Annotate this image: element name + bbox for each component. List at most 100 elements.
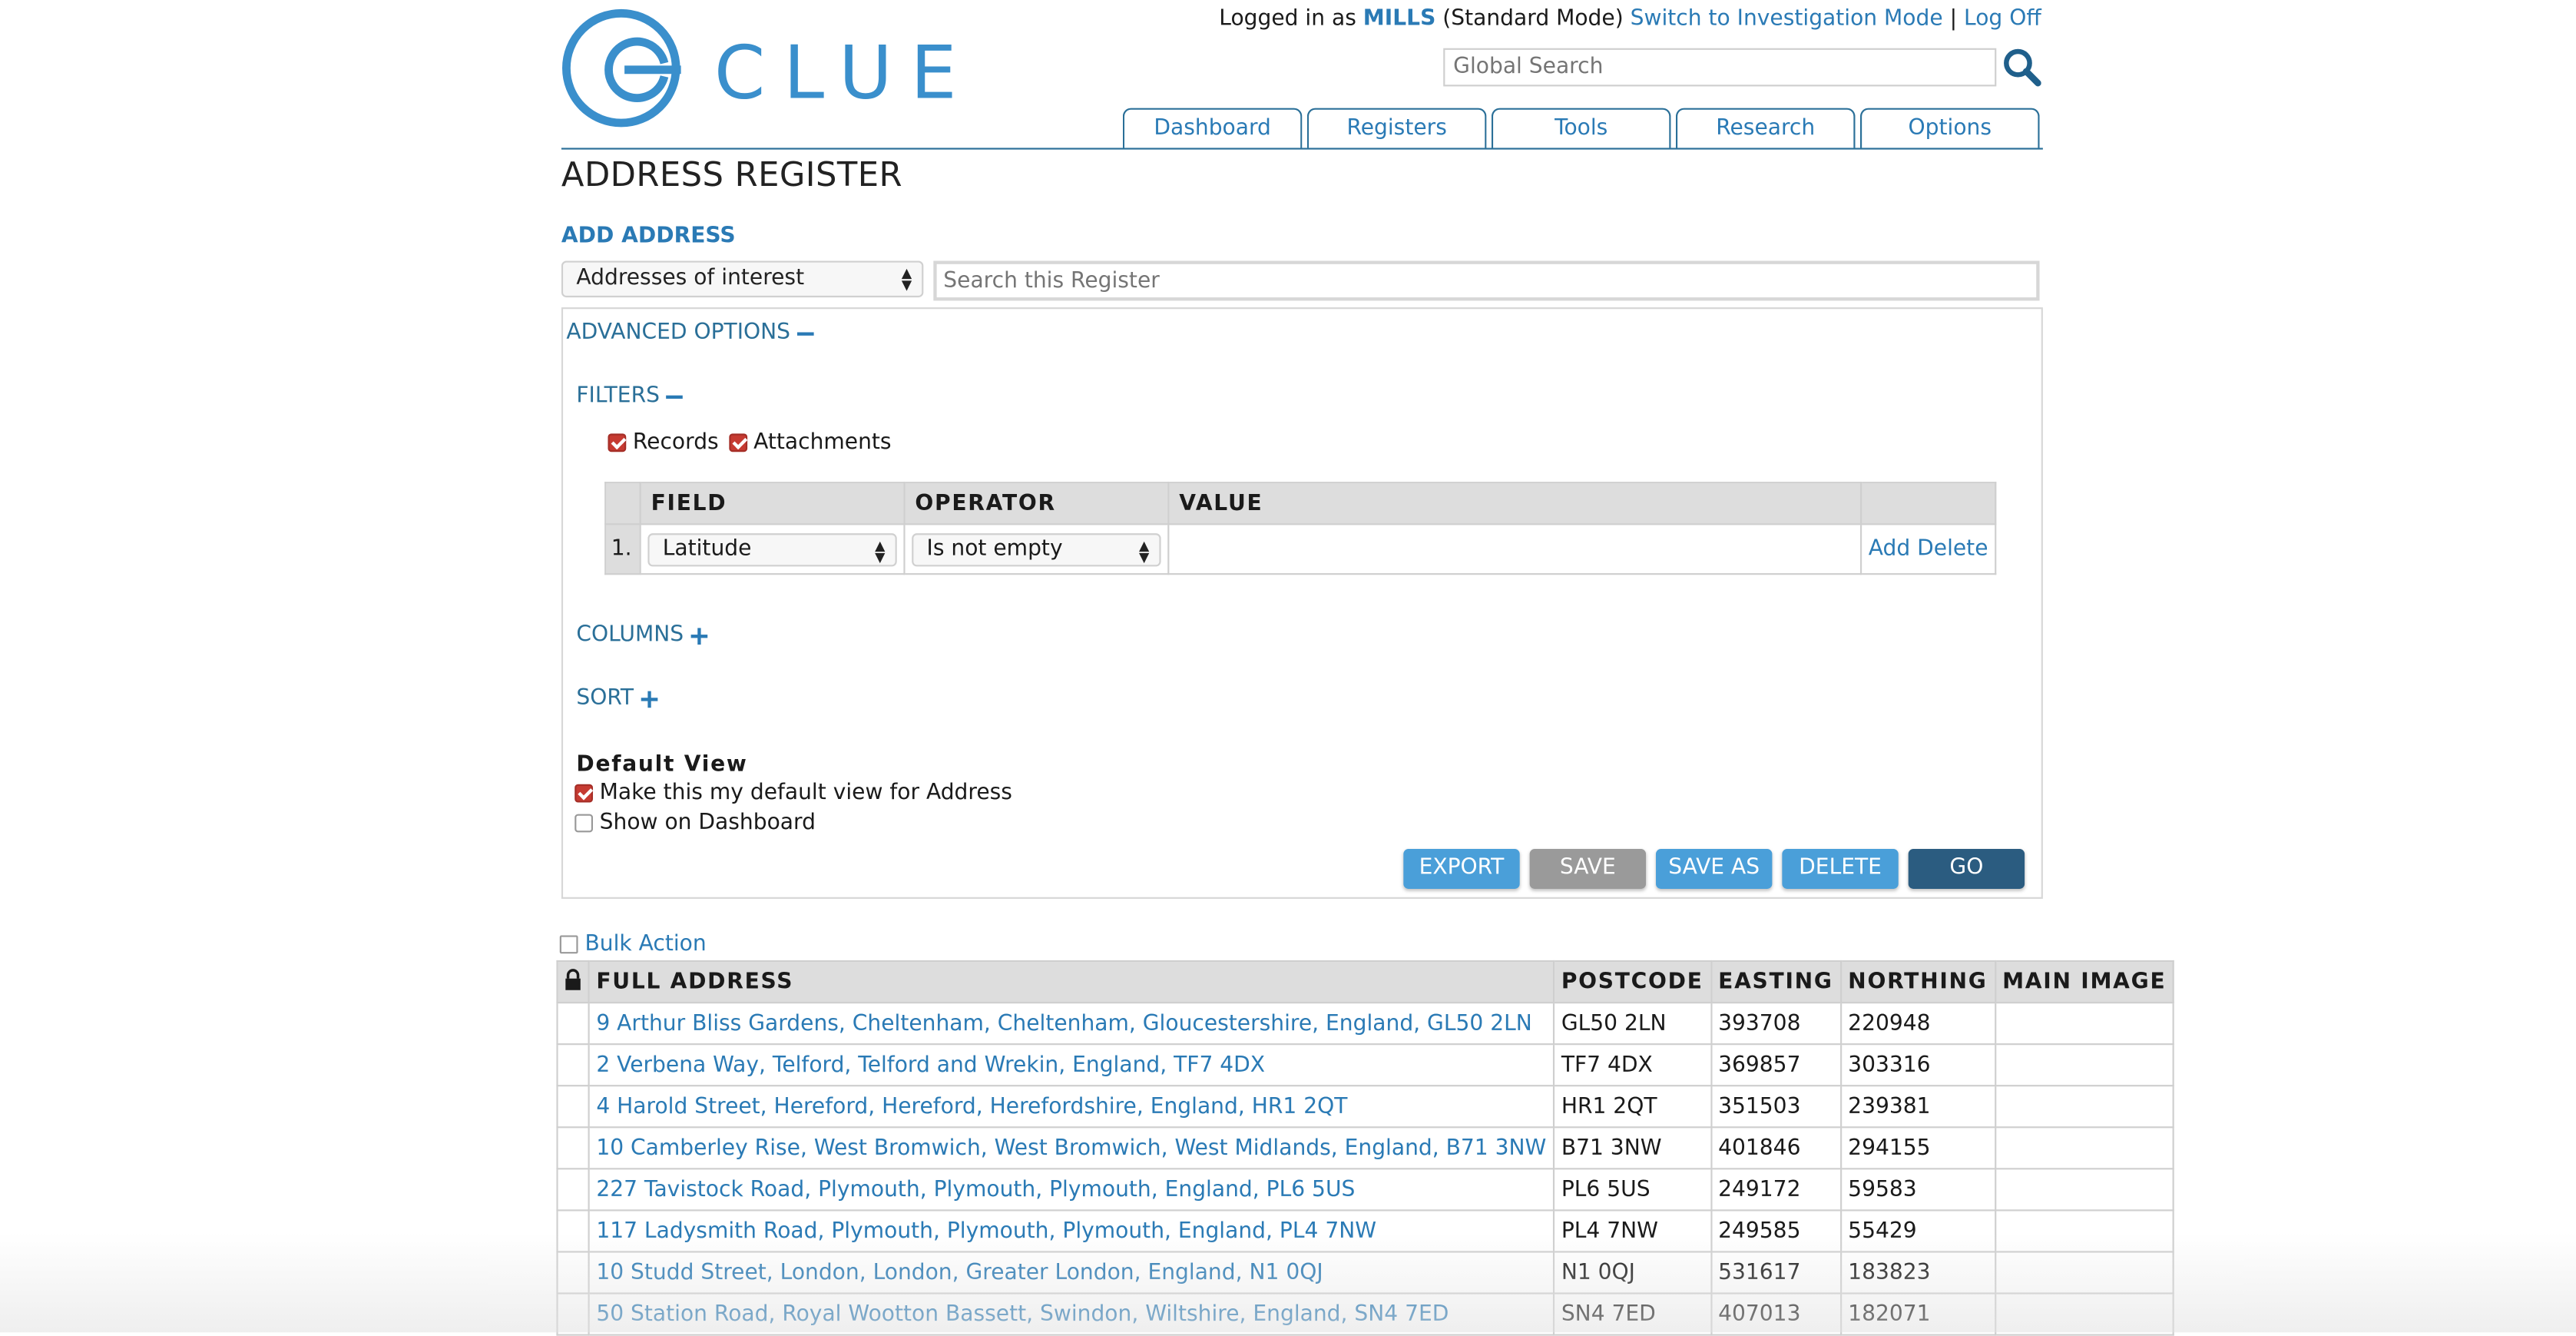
delete-button[interactable]: DELETE [1782, 849, 1899, 889]
address-link[interactable]: 10 Studd Street, London, London, Greater… [588, 1251, 1555, 1295]
action-buttons: EXPORT SAVE SAVE AS DELETE GO [1403, 849, 2025, 889]
go-button[interactable]: GO [1908, 849, 2025, 889]
easting-header[interactable]: EASTING [1710, 960, 1842, 1004]
filter-row: 1. Latitude ▲ ▼ Is not empty ▲ ▼ Add Del… [604, 523, 1997, 575]
field-header: FIELD [639, 482, 906, 525]
save-as-button[interactable]: SAVE AS [1656, 849, 1773, 889]
filter-table: FIELD OPERATOR VALUE 1. Latitude ▲ ▼ Is n… [604, 482, 1997, 575]
user-bar: Logged in as MILLS (Standard Mode) Switc… [1219, 7, 2041, 31]
postcode-cell: N1 0QJ [1552, 1251, 1712, 1295]
export-button[interactable]: EXPORT [1403, 849, 1520, 889]
field-select-value: Latitude [662, 535, 752, 561]
view-select-value: Addresses of interest [576, 266, 805, 291]
filter-value-cell[interactable] [1167, 523, 1862, 575]
filter-row-number: 1. [604, 523, 641, 575]
register-search-input[interactable] [933, 260, 2040, 301]
main-image-cell [1994, 1209, 2175, 1253]
columns-toggle[interactable]: COLUMNS [576, 623, 707, 648]
logo-text: CLUE [714, 31, 968, 116]
northing-cell: 239381 [1839, 1085, 1996, 1129]
view-select[interactable]: Addresses of interest ▲ ▼ [561, 260, 924, 298]
address-link[interactable]: 50 Station Road, Royal Wootton Bassett, … [588, 1292, 1555, 1336]
filter-num-header [604, 482, 641, 525]
username[interactable]: MILLS [1363, 7, 1436, 31]
filters-toggle[interactable]: FILTERS [576, 384, 684, 409]
main-nav: Dashboard Registers Tools Research Optio… [1122, 108, 2040, 148]
easting-cell: 407013 [1710, 1292, 1842, 1336]
expand-plus-icon [690, 627, 707, 644]
field-select[interactable]: Latitude ▲ ▼ [647, 532, 897, 566]
main-image-cell [1994, 1168, 2175, 1212]
log-off-link[interactable]: Log Off [1964, 7, 2041, 31]
attachments-label: Attachments [753, 430, 892, 456]
address-link[interactable]: 2 Verbena Way, Telford, Telford and Wrek… [588, 1043, 1555, 1087]
row-select-cell[interactable] [556, 1251, 590, 1295]
address-link[interactable]: 9 Arthur Bliss Gardens, Cheltenham, Chel… [588, 1001, 1555, 1046]
show-dashboard-checkbox[interactable] [574, 814, 594, 833]
row-select-cell[interactable] [556, 1168, 590, 1212]
tab-tools[interactable]: Tools [1491, 108, 1671, 148]
search-icon[interactable] [2002, 47, 2041, 87]
northing-cell: 55429 [1839, 1209, 1996, 1253]
advanced-options-label: ADVANCED OPTIONS [566, 320, 791, 346]
row-select-cell[interactable] [556, 1292, 590, 1336]
northing-cell: 303316 [1839, 1043, 1996, 1087]
attachments-checkbox[interactable] [728, 433, 747, 453]
full-address-header[interactable]: FULL ADDRESS [588, 960, 1555, 1004]
lock-icon [565, 968, 581, 990]
records-checkbox[interactable] [608, 433, 627, 453]
main-image-header[interactable]: MAIN IMAGE [1994, 960, 2175, 1004]
table-row[interactable]: 117 Ladysmith Road, Plymouth, Plymouth, … [556, 1209, 2175, 1253]
address-link[interactable]: 227 Tavistock Road, Plymouth, Plymouth, … [588, 1168, 1555, 1212]
address-link[interactable]: 10 Camberley Rise, West Bromwich, West B… [588, 1126, 1555, 1170]
tab-research[interactable]: Research [1675, 108, 1856, 148]
postcode-header[interactable]: POSTCODE [1552, 960, 1712, 1004]
main-image-cell [1994, 1043, 2175, 1087]
switch-mode-link[interactable]: Switch to Investigation Mode [1631, 7, 1943, 31]
add-filter-link[interactable]: Add [1869, 536, 1910, 561]
save-button[interactable]: SAVE [1529, 849, 1647, 889]
row-select-cell[interactable] [556, 1085, 590, 1129]
postcode-cell: PL6 5US [1552, 1168, 1712, 1212]
sort-label: SORT [576, 686, 634, 711]
show-dashboard-row: Show on Dashboard [574, 811, 826, 836]
bulk-action-link[interactable]: Bulk Action [585, 932, 707, 956]
table-row[interactable]: 10 Studd Street, London, London, Greater… [556, 1251, 2175, 1295]
postcode-cell: B71 3NW [1552, 1126, 1712, 1170]
add-address-link[interactable]: ADD ADDRESS [561, 224, 736, 249]
collapse-minus-icon [666, 394, 684, 398]
northing-cell: 220948 [1839, 1001, 1996, 1046]
table-row[interactable]: 2 Verbena Way, Telford, Telford and Wrek… [556, 1043, 2175, 1087]
delete-filter-link[interactable]: Delete [1917, 536, 1988, 561]
operator-select[interactable]: Is not empty ▲ ▼ [912, 532, 1161, 566]
table-row[interactable]: 227 Tavistock Road, Plymouth, Plymouth, … [556, 1168, 2175, 1212]
table-row[interactable]: 4 Harold Street, Hereford, Hereford, Her… [556, 1085, 2175, 1129]
row-select-cell[interactable] [556, 1043, 590, 1087]
table-row[interactable]: 50 Station Road, Royal Wootton Bassett, … [556, 1292, 2175, 1336]
row-select-cell[interactable] [556, 1126, 590, 1170]
main-image-cell [1994, 1251, 2175, 1295]
table-row[interactable]: 9 Arthur Bliss Gardens, Cheltenham, Chel… [556, 1001, 2175, 1046]
global-search-input[interactable] [1443, 48, 1997, 87]
operator-header: OPERATOR [903, 482, 1170, 525]
lock-column-header[interactable] [556, 960, 590, 1004]
select-arrows-icon: ▲ ▼ [1139, 537, 1150, 565]
row-select-cell[interactable] [556, 1001, 590, 1046]
address-link[interactable]: 117 Ladysmith Road, Plymouth, Plymouth, … [588, 1209, 1555, 1253]
clue-logo[interactable]: CLUE [561, 8, 968, 131]
tab-options[interactable]: Options [1860, 108, 2040, 148]
select-arrows-icon: ▲ ▼ [875, 537, 886, 565]
advanced-options-toggle[interactable]: ADVANCED OPTIONS [566, 320, 814, 346]
make-default-checkbox[interactable] [574, 784, 594, 803]
row-select-cell[interactable] [556, 1209, 590, 1253]
postcode-cell: SN4 7ED [1552, 1292, 1712, 1336]
northing-cell: 294155 [1839, 1126, 1996, 1170]
show-dashboard-label: Show on Dashboard [599, 811, 816, 836]
table-row[interactable]: 10 Camberley Rise, West Bromwich, West B… [556, 1126, 2175, 1170]
sort-toggle[interactable]: SORT [576, 686, 657, 711]
tab-registers[interactable]: Registers [1306, 108, 1487, 148]
tab-dashboard[interactable]: Dashboard [1122, 108, 1303, 148]
bulk-action-checkbox[interactable] [559, 935, 578, 954]
address-link[interactable]: 4 Harold Street, Hereford, Hereford, Her… [588, 1085, 1555, 1129]
northing-header[interactable]: NORTHING [1839, 960, 1996, 1004]
